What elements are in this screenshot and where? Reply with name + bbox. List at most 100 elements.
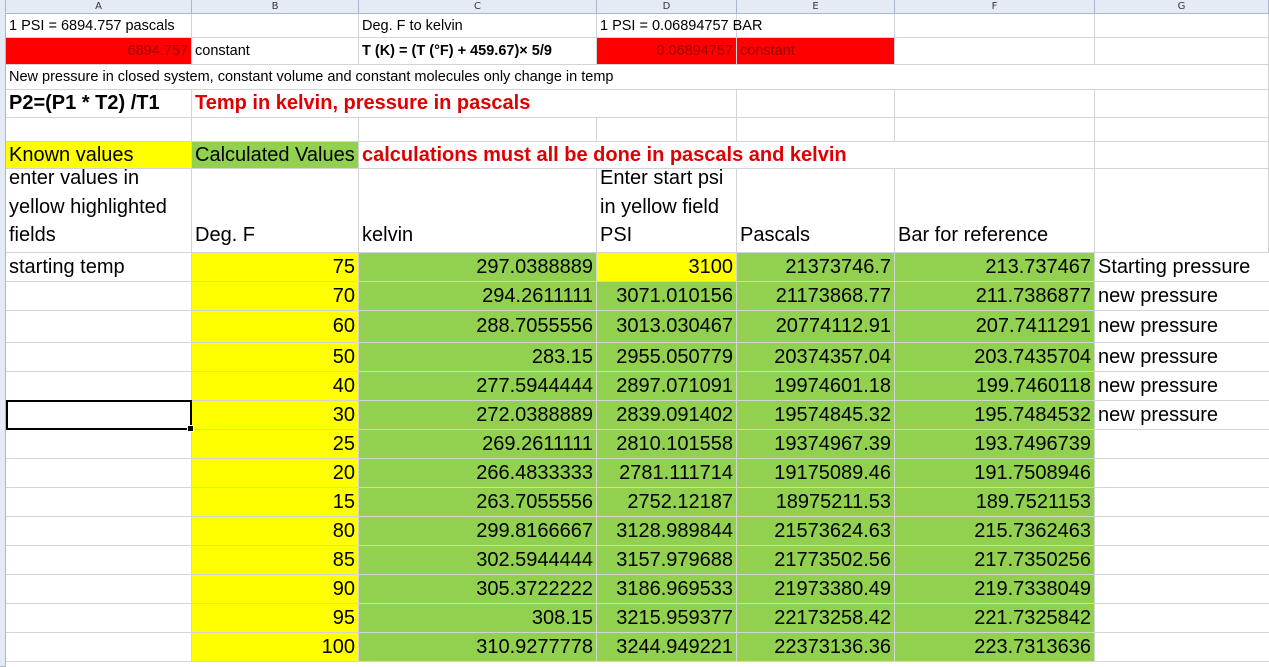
cell-kelvin-20[interactable]: 308.15 [359, 604, 597, 633]
cell-note-16[interactable] [1095, 488, 1269, 517]
column-header-c[interactable]: C [359, 0, 597, 14]
cell-kelvin-16[interactable]: 263.7055556 [359, 488, 597, 517]
cell-pascals-12[interactable]: 19974601.18 [737, 372, 895, 401]
cell-e7[interactable]: Pascals [737, 169, 895, 253]
cell-e4[interactable] [737, 90, 895, 118]
cell-bar-21[interactable]: 223.7313636 [895, 633, 1095, 662]
cell-f2[interactable] [895, 38, 1095, 65]
column-header-e[interactable]: E [737, 0, 895, 14]
cell-note-15[interactable] [1095, 459, 1269, 488]
cell-bar-8[interactable]: 213.737467 [895, 253, 1095, 282]
cell-psi-13[interactable]: 2839.091402 [597, 401, 737, 430]
cell-pascals-14[interactable]: 19374967.39 [737, 430, 895, 459]
cell-pascals-9[interactable]: 21173868.77 [737, 282, 895, 311]
cell-degf-10[interactable]: 60 [192, 311, 359, 343]
cell-a2[interactable]: 6894.757 [6, 38, 192, 65]
cell-note-10[interactable]: new pressure [1095, 311, 1269, 343]
cell-psi-12[interactable]: 2897.071091 [597, 372, 737, 401]
cell-e2[interactable]: constant [737, 38, 895, 65]
cell-degf-15[interactable]: 20 [192, 459, 359, 488]
column-header-g[interactable]: G [1095, 0, 1269, 14]
cell-pascals-8[interactable]: 21373746.7 [737, 253, 895, 282]
cell-note-21[interactable] [1095, 633, 1269, 662]
cell-a14[interactable] [6, 430, 192, 459]
cell-degf-12[interactable]: 40 [192, 372, 359, 401]
cell-psi-20[interactable]: 3215.959377 [597, 604, 737, 633]
cell-bar-12[interactable]: 199.7460118 [895, 372, 1095, 401]
cell-pascals-20[interactable]: 22173258.42 [737, 604, 895, 633]
cell-pascals-11[interactable]: 20374357.04 [737, 343, 895, 372]
cell-kelvin-8[interactable]: 297.0388889 [359, 253, 597, 282]
cell-b5[interactable] [192, 118, 359, 142]
cell-psi-11[interactable]: 2955.050779 [597, 343, 737, 372]
cell-c7[interactable]: kelvin [359, 169, 597, 253]
cell-f1[interactable] [895, 14, 1095, 38]
cell-degf-13[interactable]: 30 [192, 401, 359, 430]
cell-b6[interactable]: Calculated Values [192, 142, 359, 169]
cell-degf-16[interactable]: 15 [192, 488, 359, 517]
cell-a20[interactable] [6, 604, 192, 633]
cell-e5[interactable] [737, 118, 895, 142]
column-header-f[interactable]: F [895, 0, 1095, 14]
cell-g1[interactable] [1095, 14, 1269, 38]
cell-kelvin-13[interactable]: 272.0388889 [359, 401, 597, 430]
cell-bar-17[interactable]: 215.7362463 [895, 517, 1095, 546]
cell-degf-8[interactable]: 75 [192, 253, 359, 282]
cell-psi-8[interactable]: 3100 [597, 253, 737, 282]
cell-a17[interactable] [6, 517, 192, 546]
cell-a3[interactable]: New pressure in closed system, constant … [6, 65, 1269, 90]
cell-b2[interactable]: constant [192, 38, 359, 65]
cell-note-8[interactable]: Starting pressure [1095, 253, 1269, 282]
cell-a10[interactable] [6, 311, 192, 343]
cell-c1[interactable]: Deg. F to kelvin [359, 14, 597, 38]
cell-psi-10[interactable]: 3013.030467 [597, 311, 737, 343]
cell-d2[interactable]: 0.06894757 [597, 38, 737, 65]
cell-a11[interactable] [6, 343, 192, 372]
cell-kelvin-19[interactable]: 305.3722222 [359, 575, 597, 604]
column-header-d[interactable]: D [597, 0, 737, 14]
cell-note-19[interactable] [1095, 575, 1269, 604]
cell-a19[interactable] [6, 575, 192, 604]
cell-degf-14[interactable]: 25 [192, 430, 359, 459]
cell-a15[interactable] [6, 459, 192, 488]
cell-kelvin-18[interactable]: 302.5944444 [359, 546, 597, 575]
cell-e1[interactable] [737, 14, 895, 38]
cell-d1[interactable]: 1 PSI = 0.06894757 BAR [597, 14, 762, 38]
cell-a18[interactable] [6, 546, 192, 575]
cell-bar-15[interactable]: 191.7508946 [895, 459, 1095, 488]
cell-kelvin-17[interactable]: 299.8166667 [359, 517, 597, 546]
cell-note-18[interactable] [1095, 546, 1269, 575]
cell-a12[interactable] [6, 372, 192, 401]
cell-degf-20[interactable]: 95 [192, 604, 359, 633]
cell-a1[interactable]: 1 PSI = 6894.757 pascals [6, 14, 192, 38]
cell-f5[interactable] [895, 118, 1095, 142]
cell-pascals-16[interactable]: 18975211.53 [737, 488, 895, 517]
cell-psi-14[interactable]: 2810.101558 [597, 430, 737, 459]
cell-degf-18[interactable]: 85 [192, 546, 359, 575]
cell-kelvin-21[interactable]: 310.9277778 [359, 633, 597, 662]
column-header-a[interactable]: A [6, 0, 192, 14]
cell-psi-17[interactable]: 3128.989844 [597, 517, 737, 546]
cell-psi-18[interactable]: 3157.979688 [597, 546, 737, 575]
cell-kelvin-11[interactable]: 283.15 [359, 343, 597, 372]
cell-c5[interactable] [359, 118, 597, 142]
cell-a9[interactable] [6, 282, 192, 311]
cell-degf-9[interactable]: 70 [192, 282, 359, 311]
cell-note-20[interactable] [1095, 604, 1269, 633]
cell-note-14[interactable] [1095, 430, 1269, 459]
cell-bar-19[interactable]: 219.7338049 [895, 575, 1095, 604]
column-header-b[interactable]: B [192, 0, 359, 14]
cell-bar-16[interactable]: 189.7521153 [895, 488, 1095, 517]
cell-kelvin-14[interactable]: 269.2611111 [359, 430, 597, 459]
cell-b1[interactable] [192, 14, 359, 38]
cell-a7[interactable]: enter values in yellow highlighted field… [6, 167, 192, 253]
cell-degf-17[interactable]: 80 [192, 517, 359, 546]
cell-bar-9[interactable]: 211.7386877 [895, 282, 1095, 311]
cell-degf-19[interactable]: 90 [192, 575, 359, 604]
cell-psi-15[interactable]: 2781.111714 [597, 459, 737, 488]
cell-pascals-18[interactable]: 21773502.56 [737, 546, 895, 575]
active-cell-selection[interactable] [6, 400, 194, 432]
cell-note-11[interactable]: new pressure [1095, 343, 1269, 372]
cell-f7[interactable]: Bar for reference [895, 169, 1095, 253]
cell-psi-9[interactable]: 3071.010156 [597, 282, 737, 311]
